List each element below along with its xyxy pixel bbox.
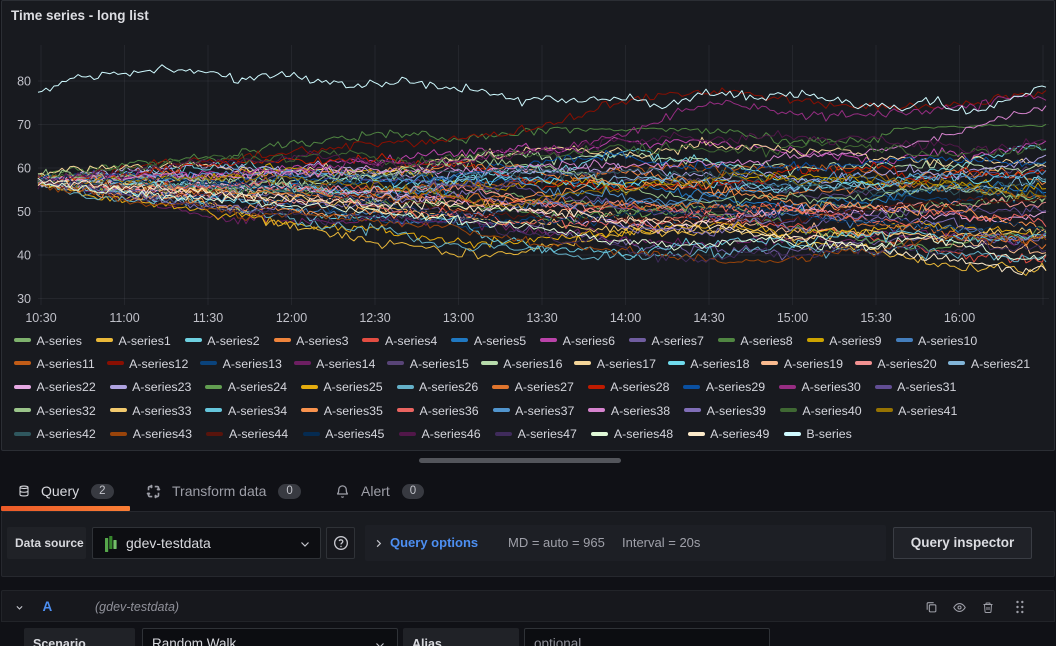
svg-text:80: 80 (17, 75, 31, 89)
svg-text:70: 70 (17, 118, 31, 132)
svg-text:14:30: 14:30 (693, 311, 724, 325)
svg-text:13:00: 13:00 (443, 311, 474, 325)
svg-text:12:30: 12:30 (359, 311, 390, 325)
svg-text:10:30: 10:30 (25, 311, 56, 325)
svg-text:16:00: 16:00 (944, 311, 975, 325)
svg-text:13:30: 13:30 (526, 311, 557, 325)
svg-text:11:30: 11:30 (193, 311, 223, 325)
svg-text:50: 50 (17, 205, 31, 219)
svg-text:30: 30 (17, 292, 31, 306)
svg-text:11:00: 11:00 (109, 311, 139, 325)
svg-text:14:00: 14:00 (610, 311, 641, 325)
svg-text:60: 60 (17, 162, 31, 176)
svg-text:15:00: 15:00 (777, 311, 808, 325)
svg-text:12:00: 12:00 (276, 311, 307, 325)
svg-text:15:30: 15:30 (860, 311, 891, 325)
svg-text:40: 40 (17, 249, 31, 263)
